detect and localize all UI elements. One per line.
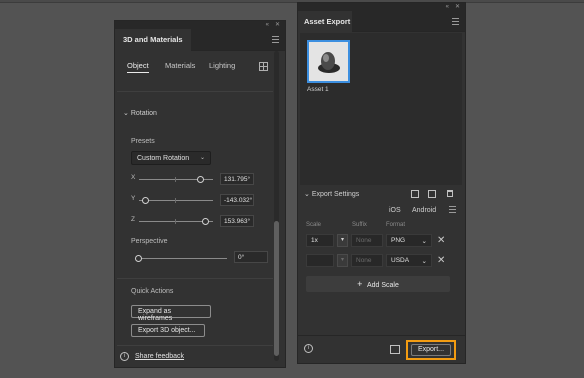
presets-label: Presets [131, 138, 155, 145]
divider [117, 278, 273, 279]
format-select[interactable]: USDA ⌄ [386, 254, 432, 267]
panel-tab-3d-materials[interactable]: 3D and Materials [115, 29, 191, 51]
info-icon[interactable]: i [304, 344, 313, 353]
list-options-icon[interactable] [449, 206, 456, 215]
render-grid-icon[interactable] [259, 62, 268, 71]
export-3d-object-button[interactable]: Export 3D object... [131, 324, 205, 337]
asset-export-panel: « ✕ Asset Export Asset 1 ⌄ Export Settin… [297, 2, 466, 364]
collapse-icon[interactable]: « [446, 3, 449, 11]
close-panel-icon[interactable]: ✕ [275, 21, 280, 29]
chevron-down-icon: ⌄ [123, 110, 129, 117]
y-slider-center-tick [175, 198, 176, 203]
divider [117, 345, 273, 346]
presets-dropdown[interactable]: Custom Rotation ⌄ [131, 151, 211, 165]
duplicate-icon[interactable] [428, 190, 436, 198]
add-scale-button[interactable]: + Add Scale [306, 276, 450, 292]
x-axis-label: X [131, 174, 136, 181]
presets-value: Custom Rotation [137, 155, 190, 162]
platform-ios[interactable]: iOS [389, 207, 401, 214]
panel-menu-icon[interactable] [452, 18, 459, 27]
y-slider-track[interactable] [139, 200, 213, 201]
export-settings-add-icon[interactable] [411, 190, 419, 198]
x-slider-center-tick [175, 177, 176, 182]
tab-materials[interactable]: Materials [165, 61, 195, 70]
expand-wireframes-button[interactable]: Expand as wireframes [131, 305, 211, 322]
rotation-label: Rotation [130, 110, 157, 117]
rotation-section-header[interactable]: ⌄ Rotation [123, 109, 157, 117]
chevron-down-icon: ⌄ [199, 155, 205, 161]
chevron-down-icon: ⌄ [421, 238, 427, 245]
y-value-field[interactable]: -143.032° [220, 194, 254, 206]
scale-dropdown-button[interactable]: ▾ [337, 234, 348, 247]
export-settings-header[interactable]: ⌄ Export Settings [304, 190, 359, 198]
format-select[interactable]: PNG ⌄ [386, 234, 432, 247]
export-settings-label: Export Settings [311, 191, 360, 198]
scrollbar-thumb[interactable] [274, 221, 279, 356]
divider [117, 91, 273, 92]
asset-name-label: Asset 1 [307, 86, 329, 93]
y-slider-thumb[interactable] [142, 197, 149, 204]
panel-tab-asset-export[interactable]: Asset Export [298, 11, 352, 32]
share-feedback-link[interactable]: Share feedback [135, 353, 184, 360]
trash-icon[interactable] [447, 190, 453, 197]
close-panel-icon[interactable]: ✕ [455, 3, 460, 11]
scale-dropdown-button[interactable]: ▾ [337, 254, 348, 267]
app-top-strip [0, 0, 584, 3]
perspective-slider-track[interactable] [139, 258, 227, 259]
collapse-icon[interactable]: « [266, 21, 269, 29]
perspective-value-field[interactable]: 0° [234, 251, 268, 263]
feedback-icon: i [120, 352, 129, 361]
col-suffix: Suffix [352, 222, 367, 228]
asset-thumbnail[interactable] [307, 40, 350, 83]
format-value: USDA [391, 257, 410, 264]
scale-input[interactable]: 1x [306, 234, 334, 247]
suffix-input[interactable]: None [351, 254, 383, 267]
perspective-slider-thumb[interactable] [135, 255, 142, 262]
y-axis-label: Y [131, 195, 136, 202]
object-subtabs: Object Materials Lighting ⌄ [115, 61, 287, 73]
plus-icon: + [357, 279, 363, 289]
z-value-field[interactable]: 153.963° [220, 215, 254, 227]
asset-preview-image [318, 52, 340, 73]
remove-row-icon[interactable]: ✕ [437, 236, 445, 246]
suffix-input[interactable]: None [351, 234, 383, 247]
tab-object[interactable]: Object [127, 61, 149, 73]
col-format: Format [386, 222, 406, 228]
panel-tab-row: 3D and Materials [115, 29, 285, 51]
z-slider-thumb[interactable] [202, 218, 209, 225]
tab-lighting[interactable]: Lighting [209, 61, 235, 70]
scale-input[interactable] [306, 254, 334, 267]
panel-menu-icon[interactable] [272, 36, 279, 45]
chevron-down-icon: ⌄ [421, 258, 427, 265]
3d-materials-panel: « ✕ 3D and Materials Object Materials Li… [114, 20, 286, 368]
x-value-field[interactable]: 131.795° [220, 173, 254, 185]
remove-row-icon[interactable]: ✕ [437, 256, 445, 266]
col-scale: Scale [306, 222, 322, 228]
asset-list: Asset 1 [300, 33, 462, 185]
format-value: PNG [391, 237, 406, 244]
quick-actions-label: Quick Actions [131, 288, 174, 295]
platform-android[interactable]: Android [412, 207, 436, 214]
export-button[interactable]: Export... [406, 340, 456, 360]
x-slider-thumb[interactable] [197, 176, 204, 183]
perspective-label: Perspective [131, 238, 168, 245]
panel-top-bar: « ✕ [298, 3, 465, 11]
divider [298, 335, 466, 336]
panel-tab-row: Asset Export [298, 11, 465, 32]
z-axis-label: Z [131, 216, 135, 223]
chevron-down-icon: ⌄ [304, 191, 310, 198]
add-scale-label: Add Scale [366, 282, 399, 289]
export-list-icon[interactable] [390, 345, 400, 354]
z-slider-center-tick [175, 219, 176, 224]
panel-top-bar: « ✕ [115, 21, 285, 29]
export-button-label: Export... [417, 346, 445, 353]
